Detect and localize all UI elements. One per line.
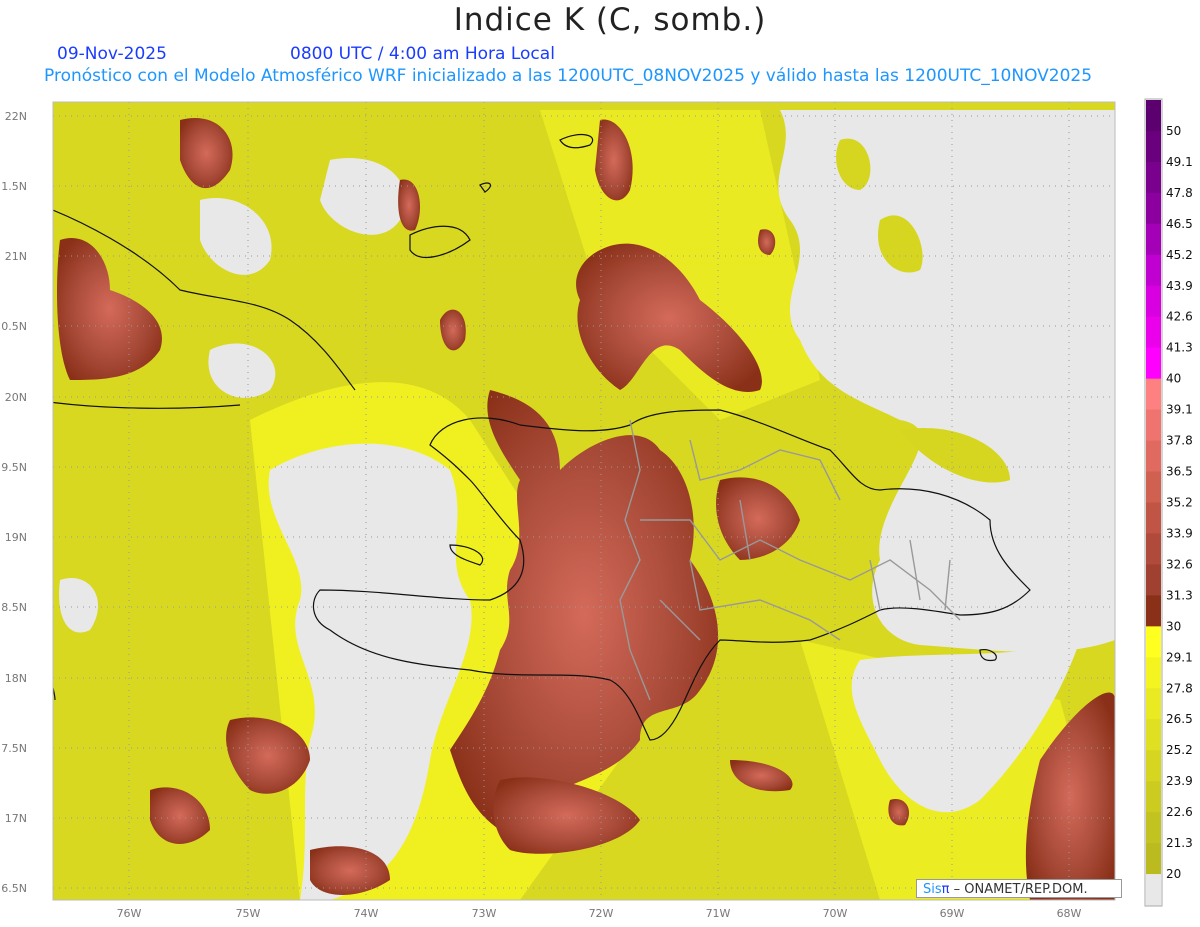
colorbar-label: 21.3: [1166, 836, 1193, 850]
logo-pi: π: [941, 882, 950, 897]
lat-label: 21N: [5, 250, 27, 263]
colorbar-swatch: [1146, 843, 1161, 875]
lat-label: 20N: [5, 391, 27, 404]
lat-label: 22N: [5, 110, 27, 123]
longitude-labels: 76W 75W 74W 73W 72W 71W 70W 69W 68W: [117, 907, 1082, 920]
colorbar-swatch: [1146, 161, 1161, 194]
colorbar-swatch: [1146, 223, 1161, 256]
colorbar-swatch: [1146, 750, 1161, 782]
lon-label: 73W: [472, 907, 497, 920]
colorbar-swatch: [1146, 254, 1161, 287]
colorbar-swatch: [1146, 533, 1161, 565]
colorbar: 50 49.1 47.8 46.5 45.2 43.9 42.6 41.3 40 39.1 37.8…: [1144, 98, 1193, 907]
lat-label: 7.5N: [1, 742, 27, 755]
lat-label: 17N: [5, 812, 27, 825]
sispi-onamet-logo: Sisπ – ONAMET/REP.DOM.: [916, 879, 1122, 898]
colorbar-swatch: [1146, 719, 1161, 751]
lat-label: 0.5N: [1, 320, 27, 333]
colorbar-label: 22.6: [1166, 805, 1193, 819]
colorbar-label: 41.3: [1166, 341, 1193, 355]
colorbar-label: 40: [1166, 372, 1181, 386]
colorbar-swatch: [1146, 626, 1161, 658]
colorbar-label: 47.8: [1166, 186, 1193, 200]
colorbar-label: 42.6: [1166, 310, 1193, 324]
lon-label: 72W: [589, 907, 614, 920]
colorbar-swatch: [1146, 657, 1161, 689]
lon-label: 74W: [354, 907, 379, 920]
colorbar-swatch: [1146, 192, 1161, 225]
logo-sis: Sis: [923, 882, 942, 897]
lat-label: 8.5N: [1, 601, 27, 614]
colorbar-swatch: [1146, 781, 1161, 813]
lon-label: 70W: [823, 907, 848, 920]
colorbar-label: 23.9: [1166, 774, 1193, 788]
colorbar-swatch: [1146, 100, 1161, 132]
colorbar-swatch: [1146, 595, 1161, 627]
lat-label: 1.5N: [1, 180, 27, 193]
colorbar-label: 20: [1166, 867, 1181, 881]
lat-label: 9.5N: [1, 461, 27, 474]
colorbar-label: 49.1: [1166, 155, 1193, 169]
lon-label: 76W: [117, 907, 142, 920]
colorbar-swatch: [1146, 564, 1161, 596]
colorbar-label: 46.5: [1166, 217, 1193, 231]
colorbar-label: 26.5: [1166, 712, 1193, 726]
colorbar-label: 36.5: [1166, 465, 1193, 479]
colorbar-swatch: [1146, 502, 1161, 534]
field-layer: [53, 102, 1115, 900]
colorbar-label: 45.2: [1166, 248, 1193, 262]
lat-label: 6.5N: [1, 882, 27, 895]
k-index-map: 76W 75W 74W 73W 72W 71W 70W 69W 68W 22N …: [1, 98, 1193, 920]
colorbar-swatch: [1146, 378, 1161, 411]
logo-onamet: – ONAMET/REP.DOM.: [953, 882, 1088, 897]
colorbar-label: 37.8: [1166, 434, 1193, 448]
colorbar-label: 35.2: [1166, 496, 1193, 510]
colorbar-swatch: [1146, 347, 1161, 380]
colorbar-label: 50: [1166, 124, 1181, 138]
lat-label: 18N: [5, 672, 27, 685]
colorbar-swatch: [1146, 874, 1161, 906]
lon-label: 71W: [706, 907, 731, 920]
colorbar-label: 43.9: [1166, 279, 1193, 293]
lon-label: 69W: [940, 907, 965, 920]
latitude-labels: 22N 1.5N 21N 0.5N 20N 9.5N 19N 8.5N 18N …: [1, 110, 27, 895]
colorbar-swatch: [1146, 409, 1161, 442]
colorbar-label: 29.1: [1166, 650, 1193, 664]
colorbar-label: 30: [1166, 619, 1181, 633]
colorbar-swatch: [1146, 130, 1161, 163]
lon-label: 68W: [1057, 907, 1082, 920]
colorbar-label: 39.1: [1166, 403, 1193, 417]
colorbar-swatch: [1146, 316, 1161, 349]
colorbar-swatch: [1146, 812, 1161, 844]
colorbar-label: 25.2: [1166, 743, 1193, 757]
lon-label: 75W: [236, 907, 261, 920]
colorbar-label: 27.8: [1166, 681, 1193, 695]
colorbar-swatch: [1146, 688, 1161, 720]
colorbar-swatch: [1146, 440, 1161, 473]
lat-label: 19N: [5, 531, 27, 544]
colorbar-swatch: [1146, 285, 1161, 318]
colorbar-label: 33.9: [1166, 526, 1193, 540]
colorbar-swatch: [1146, 471, 1161, 503]
colorbar-label: 32.6: [1166, 557, 1193, 571]
colorbar-label: 31.3: [1166, 588, 1193, 602]
